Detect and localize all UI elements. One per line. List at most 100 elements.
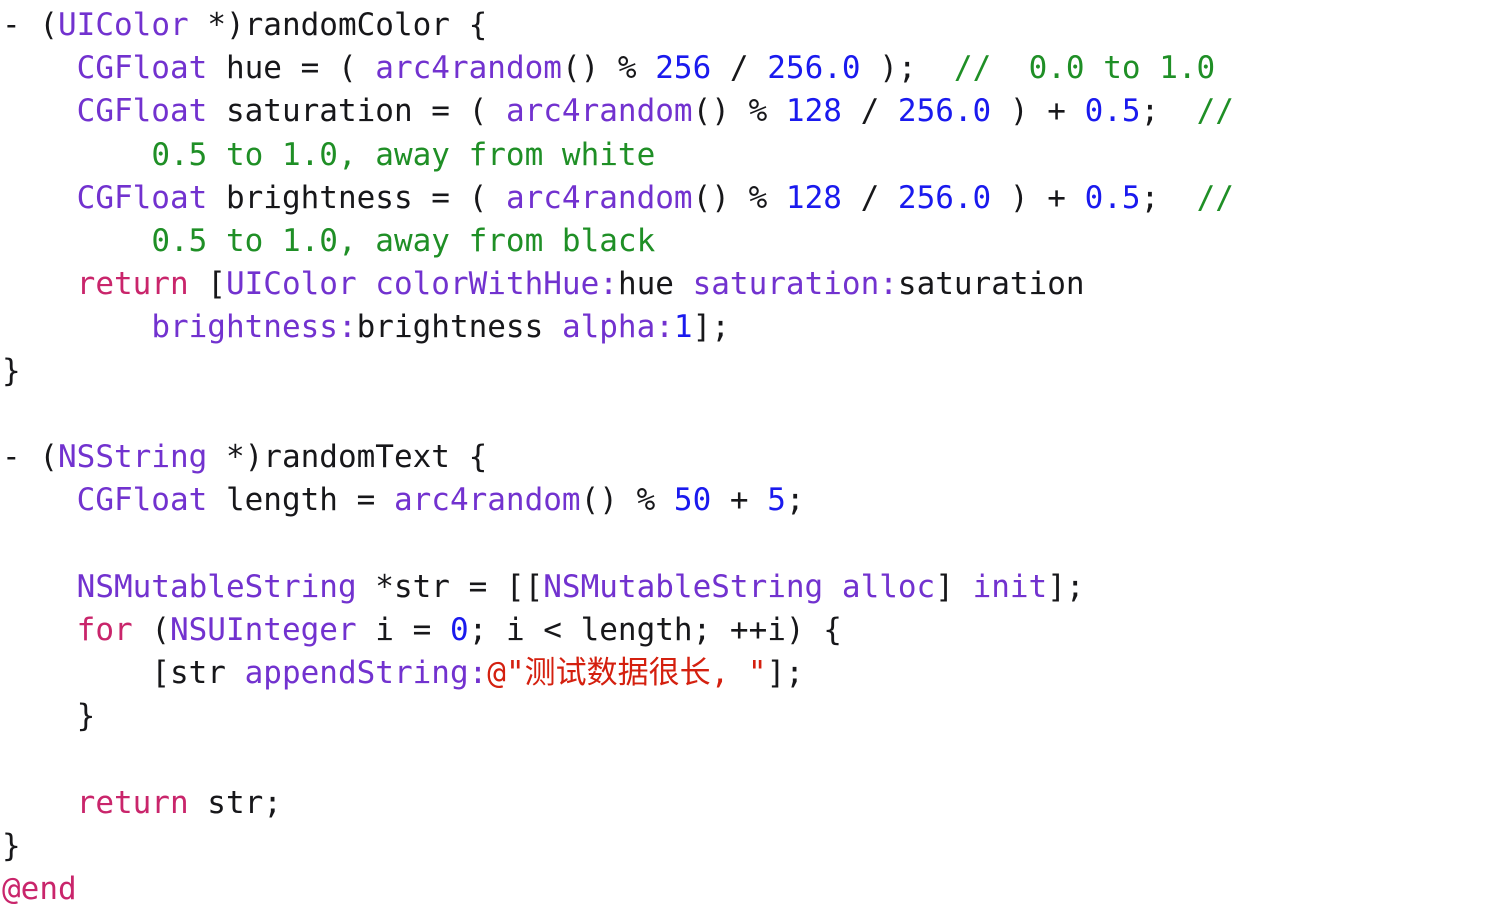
code-token-method: alpha: <box>561 309 674 346</box>
code-token-plain: i = <box>356 611 450 648</box>
code-line: CGFloat saturation = ( arc4random() % 12… <box>2 90 1488 133</box>
code-token-number: 256.0 <box>767 50 861 87</box>
code-line: } <box>2 825 1488 868</box>
code-token-number: 50 <box>673 482 712 519</box>
code-token-keyword: for <box>76 611 133 648</box>
code-token-method: colorWithHue: <box>375 266 618 303</box>
code-token-type: NSMutableString <box>543 568 824 605</box>
code-line: return str; <box>2 782 1488 825</box>
code-token-method: arc4random <box>505 179 693 216</box>
code-token-number: 0.5 <box>1084 179 1141 216</box>
code-line: NSMutableString *str = [[NSMutableString… <box>2 566 1488 609</box>
code-token-plain: ) + <box>991 179 1085 216</box>
code-token-number: 1 <box>673 309 693 346</box>
code-line: - (NSString *)randomText { <box>2 436 1488 479</box>
code-token-plain: ; <box>785 482 805 519</box>
code-token-plain: saturation <box>897 266 1085 303</box>
code-token-plain: ) + <box>991 93 1085 130</box>
code-token-plain: ]; <box>692 309 730 346</box>
code-token-number: 256.0 <box>897 93 992 130</box>
code-token-method: appendString: <box>244 655 488 692</box>
code-token-plain: ); <box>860 50 954 87</box>
code-token-plain: [ <box>188 266 226 303</box>
code-token-keyword: return <box>76 266 189 303</box>
code-token-method: alloc <box>841 568 936 605</box>
code-token-plain: () % <box>580 482 674 519</box>
code-line: return [UIColor colorWithHue:hue saturat… <box>2 263 1488 306</box>
code-token-plain: () % <box>692 179 786 216</box>
code-line: @end <box>2 868 1488 911</box>
code-line: [str appendString:@"测试数据很长, "]; <box>2 652 1488 695</box>
code-line: 0.5 to 1.0, away from black <box>2 220 1488 263</box>
code-token-number: 0 <box>449 611 469 648</box>
code-token-number: 128 <box>785 179 842 216</box>
code-token-plain: ; <box>1140 93 1197 130</box>
code-token-comment: 0.5 to 1.0, away from black <box>151 223 656 260</box>
code-token-plain: } <box>2 698 96 735</box>
code-line: for (NSUInteger i = 0; i < length; ++i) … <box>2 609 1488 652</box>
code-token-plain: length = <box>207 482 394 519</box>
code-token-plain: / <box>711 50 768 87</box>
code-token-plain: () % <box>561 50 656 87</box>
code-token-type: CGFloat <box>76 50 208 87</box>
code-token-method: arc4random <box>505 93 693 130</box>
code-token-number: 5 <box>767 482 786 519</box>
code-token-plain: } <box>2 352 21 389</box>
code-line: } <box>2 350 1488 393</box>
code-token-method: arc4random <box>375 50 562 87</box>
code-token-type: CGFloat <box>76 482 208 519</box>
code-listing[interactable]: - (UIColor *)randomColor { CGFloat hue =… <box>0 0 1488 911</box>
code-token-type: NSUInteger <box>169 611 357 648</box>
code-line: 0.5 to 1.0, away from white <box>2 134 1488 177</box>
code-token-plain: + <box>711 482 768 519</box>
code-token-plain: ]; <box>766 655 804 692</box>
code-token-comment: // 0.0 to 1.0 <box>953 50 1216 87</box>
code-line: CGFloat brightness = ( arc4random() % 12… <box>2 177 1488 220</box>
code-token-comment: 0.5 to 1.0, away from white <box>151 136 656 173</box>
code-token-plain: ]; <box>1047 568 1085 605</box>
code-token-type: NSMutableString <box>76 568 357 605</box>
code-token-plain: / <box>841 93 898 130</box>
code-token-plain: ; i < length; ++i) { <box>468 611 842 648</box>
code-token-plain: [str <box>151 655 245 692</box>
code-token-string: @"测试数据很长, " <box>487 655 767 692</box>
code-token-plain: ] <box>935 568 973 605</box>
code-token-number: 0.5 <box>1084 93 1141 130</box>
code-line: brightness:brightness alpha:1]; <box>2 306 1488 349</box>
code-token-plain: } <box>2 827 21 864</box>
code-line: } <box>2 695 1488 738</box>
code-token-plain: hue <box>617 266 693 303</box>
code-token-plain: - <box>2 7 40 43</box>
code-token-plain: ; <box>1140 179 1197 216</box>
code-line: - (UIColor *)randomColor { <box>2 4 1488 47</box>
code-token-plain: saturation = ( <box>207 93 506 130</box>
code-token-comment: // <box>1196 179 1234 216</box>
code-token-plain: / <box>841 179 898 216</box>
code-token-method: saturation: <box>692 266 898 303</box>
code-token-plain: str; <box>188 784 282 821</box>
code-token-number: 256.0 <box>897 179 992 216</box>
code-token-number: 256 <box>655 50 712 87</box>
code-token-plain: - <box>2 439 40 476</box>
code-token-plain: *str = [[ <box>356 568 544 605</box>
code-token-plain: brightness = ( <box>207 179 506 216</box>
code-token-plain: ( <box>39 7 58 43</box>
code-token-plain: ( <box>132 611 170 648</box>
code-token-plain: () % <box>692 93 786 130</box>
code-line: CGFloat hue = ( arc4random() % 256 / 256… <box>2 47 1488 90</box>
code-token-type: CGFloat <box>76 179 208 216</box>
